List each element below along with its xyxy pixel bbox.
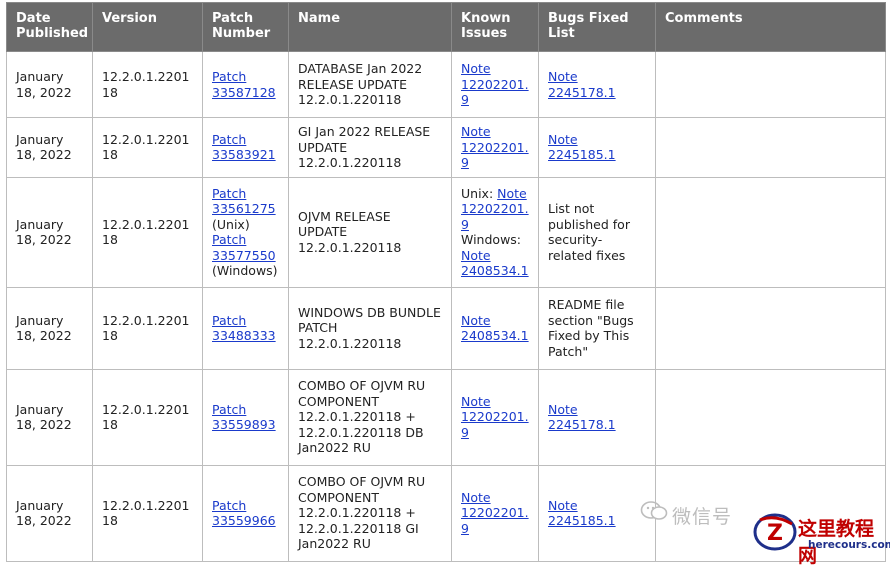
cell-name: OJVM RELEASE UPDATE 12.2.0.1.220118 bbox=[288, 176, 452, 288]
patch-link[interactable]: Patch 33583921 bbox=[212, 132, 276, 163]
cell-patch: Patch 33559966 bbox=[202, 464, 289, 562]
cell-version: 12.2.0.1.220118 bbox=[92, 51, 203, 118]
known-issues-link[interactable]: Note 12202201.9 bbox=[461, 61, 529, 107]
cell-comments bbox=[655, 176, 886, 288]
header-bugs-fixed: Bugs Fixed List bbox=[538, 2, 656, 52]
cell-name: COMBO OF OJVM RU COMPONENT 12.2.0.1.2201… bbox=[288, 368, 452, 466]
header-row: Date Published Version Patch Number Name… bbox=[6, 2, 886, 52]
header-date: Date Published bbox=[6, 2, 93, 52]
header-comments: Comments bbox=[655, 2, 886, 52]
cell-patch: Patch 33587128 bbox=[202, 51, 289, 118]
known-issues-link[interactable]: Note 2408534.1 bbox=[461, 313, 529, 344]
cell-patch: Patch 33583921 bbox=[202, 117, 289, 178]
patch-link[interactable]: Patch 33559893 bbox=[212, 402, 276, 433]
cell-bugs-fixed: Note 2245178.1 bbox=[538, 51, 656, 118]
windows-prefix: Windows: bbox=[461, 232, 522, 247]
cell-bugs-fixed: Note 2245185.1 bbox=[538, 117, 656, 178]
cell-bugs-fixed: Note 2245178.1 bbox=[538, 368, 656, 466]
cell-patch: Patch 33559893 bbox=[202, 368, 289, 466]
cell-version: 12.2.0.1.220118 bbox=[92, 176, 203, 288]
cell-comments bbox=[655, 51, 886, 118]
cell-known-issues: Note 12202201.9 bbox=[451, 51, 539, 118]
cell-comments bbox=[655, 117, 886, 178]
z-logo-icon: Z bbox=[753, 513, 797, 551]
cell-date: January 18, 2022 bbox=[6, 368, 93, 466]
svg-text:Z: Z bbox=[767, 521, 783, 546]
logo-url: herecours.com bbox=[808, 539, 890, 551]
cell-name: GI Jan 2022 RELEASE UPDATE 12.2.0.1.2201… bbox=[288, 117, 452, 178]
header-version: Version bbox=[92, 2, 203, 52]
patch-table: Date Published Version Patch Number Name… bbox=[6, 2, 886, 562]
cell-known-issues: Note 2408534.1 bbox=[451, 286, 539, 370]
windows-label: (Windows) bbox=[212, 263, 278, 278]
cell-known-issues: Note 12202201.9 bbox=[451, 117, 539, 178]
table-row: January 18, 2022 12.2.0.1.220118 Patch 3… bbox=[6, 117, 886, 178]
patch-link-unix[interactable]: Patch 33561275 bbox=[212, 186, 276, 217]
cell-date: January 18, 2022 bbox=[6, 286, 93, 370]
patch-link[interactable]: Patch 33559966 bbox=[212, 498, 276, 529]
cell-bugs-fixed: List not published for security-related … bbox=[538, 176, 656, 288]
cell-patch: Patch 33488333 bbox=[202, 286, 289, 370]
known-issues-link[interactable]: Note 12202201.9 bbox=[461, 124, 529, 170]
cell-version: 12.2.0.1.220118 bbox=[92, 286, 203, 370]
cell-version: 12.2.0.1.220118 bbox=[92, 464, 203, 562]
cell-date: January 18, 2022 bbox=[6, 176, 93, 288]
known-issues-link[interactable]: Note 12202201.9 bbox=[461, 490, 529, 536]
header-patch-number: Patch Number bbox=[202, 2, 289, 52]
patch-link-windows[interactable]: Patch 33577550 bbox=[212, 232, 276, 263]
cell-date: January 18, 2022 bbox=[6, 117, 93, 178]
known-issues-link-windows[interactable]: Note 2408534.1 bbox=[461, 248, 529, 279]
cell-known-issues: Note 12202201.9 bbox=[451, 368, 539, 466]
cell-known-issues: Unix: Note 12202201.9 Windows: Note 2408… bbox=[451, 176, 539, 288]
cell-patch: Patch 33561275 (Unix) Patch 33577550 (Wi… bbox=[202, 176, 289, 288]
cell-name: COMBO OF OJVM RU COMPONENT 12.2.0.1.2201… bbox=[288, 464, 452, 562]
table-row: January 18, 2022 12.2.0.1.220118 Patch 3… bbox=[6, 51, 886, 118]
patch-link[interactable]: Patch 33488333 bbox=[212, 313, 276, 344]
cell-name: DATABASE Jan 2022 RELEASE UPDATE 12.2.0.… bbox=[288, 51, 452, 118]
bugs-fixed-link[interactable]: Note 2245178.1 bbox=[548, 402, 616, 433]
bugs-fixed-link[interactable]: Note 2245185.1 bbox=[548, 132, 616, 163]
wechat-bubble-icon bbox=[640, 501, 668, 520]
cell-bugs-fixed: Note 2245185.1 bbox=[538, 464, 656, 562]
unix-prefix: Unix: bbox=[461, 185, 494, 201]
cell-bugs-fixed: README file section "Bugs Fixed by This … bbox=[538, 286, 656, 370]
header-known-issues: Known Issues bbox=[451, 2, 539, 52]
cell-name: WINDOWS DB BUNDLE PATCH 12.2.0.1.220118 bbox=[288, 286, 452, 370]
header-name: Name bbox=[288, 2, 452, 52]
cell-comments bbox=[655, 368, 886, 466]
table-row: January 18, 2022 12.2.0.1.220118 Patch 3… bbox=[6, 176, 886, 288]
cell-known-issues: Note 12202201.9 bbox=[451, 464, 539, 562]
bugs-fixed-link[interactable]: Note 2245185.1 bbox=[548, 498, 616, 529]
known-issues-link[interactable]: Note 12202201.9 bbox=[461, 394, 529, 440]
cell-comments bbox=[655, 286, 886, 370]
unix-label: (Unix) bbox=[212, 216, 250, 232]
table-row: January 18, 2022 12.2.0.1.220118 Patch 3… bbox=[6, 368, 886, 466]
watermark-text: 微信号 bbox=[672, 506, 733, 528]
bugs-fixed-link[interactable]: Note 2245178.1 bbox=[548, 69, 616, 100]
cell-version: 12.2.0.1.220118 bbox=[92, 368, 203, 466]
cell-version: 12.2.0.1.220118 bbox=[92, 117, 203, 178]
table-row: January 18, 2022 12.2.0.1.220118 Patch 3… bbox=[6, 286, 886, 370]
patch-link[interactable]: Patch 33587128 bbox=[212, 69, 276, 100]
cell-date: January 18, 2022 bbox=[6, 464, 93, 562]
cell-date: January 18, 2022 bbox=[6, 51, 93, 118]
